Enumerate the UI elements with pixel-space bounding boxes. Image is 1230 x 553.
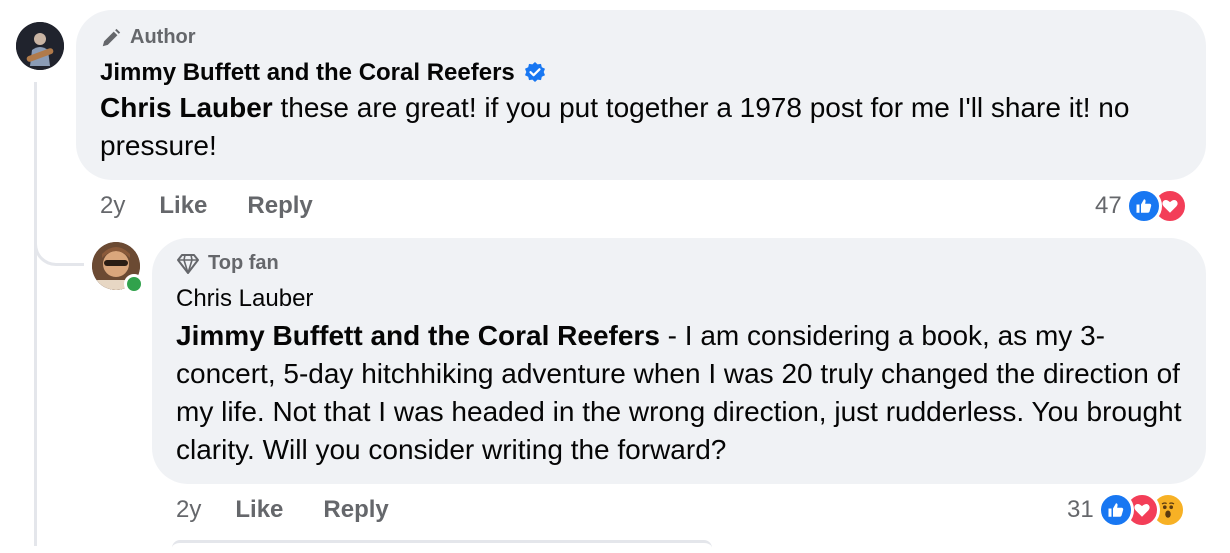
online-status-dot <box>124 274 144 294</box>
comment-text: Jimmy Buffett and the Coral Reefers - I … <box>176 317 1182 469</box>
reaction-count: 31 <box>1067 496 1094 523</box>
comment-text: Chris Lauber these are great! if you put… <box>100 89 1182 165</box>
comment-author-name[interactable]: Jimmy Buffett and the Coral Reefers <box>100 59 515 87</box>
like-reaction-icon <box>1097 492 1134 528</box>
verified-badge-icon <box>523 61 547 85</box>
comment-bubble: Top fan Chris Lauber Jimmy Buffett and t… <box>152 238 1206 484</box>
diamond-icon <box>176 253 200 275</box>
comment-author-name[interactable]: Chris Lauber <box>176 285 313 313</box>
comment-bubble: Author Jimmy Buffett and the Coral Reefe… <box>76 10 1206 180</box>
comment-actions: 2y Like Reply <box>176 496 429 524</box>
comment-timestamp[interactable]: 2y <box>176 496 201 524</box>
next-comment-edge <box>172 540 712 553</box>
reaction-summary[interactable]: 31 <box>1067 492 1186 528</box>
like-button[interactable]: Like <box>159 192 207 220</box>
mention-link[interactable]: Chris Lauber <box>100 92 273 123</box>
reply-button[interactable]: Reply <box>247 192 312 220</box>
avatar[interactable] <box>92 242 144 294</box>
mention-link[interactable]: Jimmy Buffett and the Coral Reefers <box>176 320 660 351</box>
badge-label: Top fan <box>208 252 279 274</box>
avatar[interactable] <box>16 22 64 70</box>
comment-actions: 2y Like Reply <box>100 192 353 220</box>
like-button[interactable]: Like <box>235 496 283 524</box>
like-reaction-icon <box>1125 188 1162 224</box>
author-badge: Author <box>100 26 1182 49</box>
reply-button[interactable]: Reply <box>323 496 388 524</box>
reaction-count: 47 <box>1095 192 1122 219</box>
thread-line-vertical <box>34 82 37 546</box>
thread-line-connector <box>34 240 84 266</box>
top-fan-badge: Top fan <box>176 252 1182 275</box>
comment-timestamp[interactable]: 2y <box>100 192 125 220</box>
badge-label: Author <box>130 26 196 48</box>
pencil-icon <box>100 27 122 49</box>
reaction-summary[interactable]: 47 <box>1095 188 1188 224</box>
